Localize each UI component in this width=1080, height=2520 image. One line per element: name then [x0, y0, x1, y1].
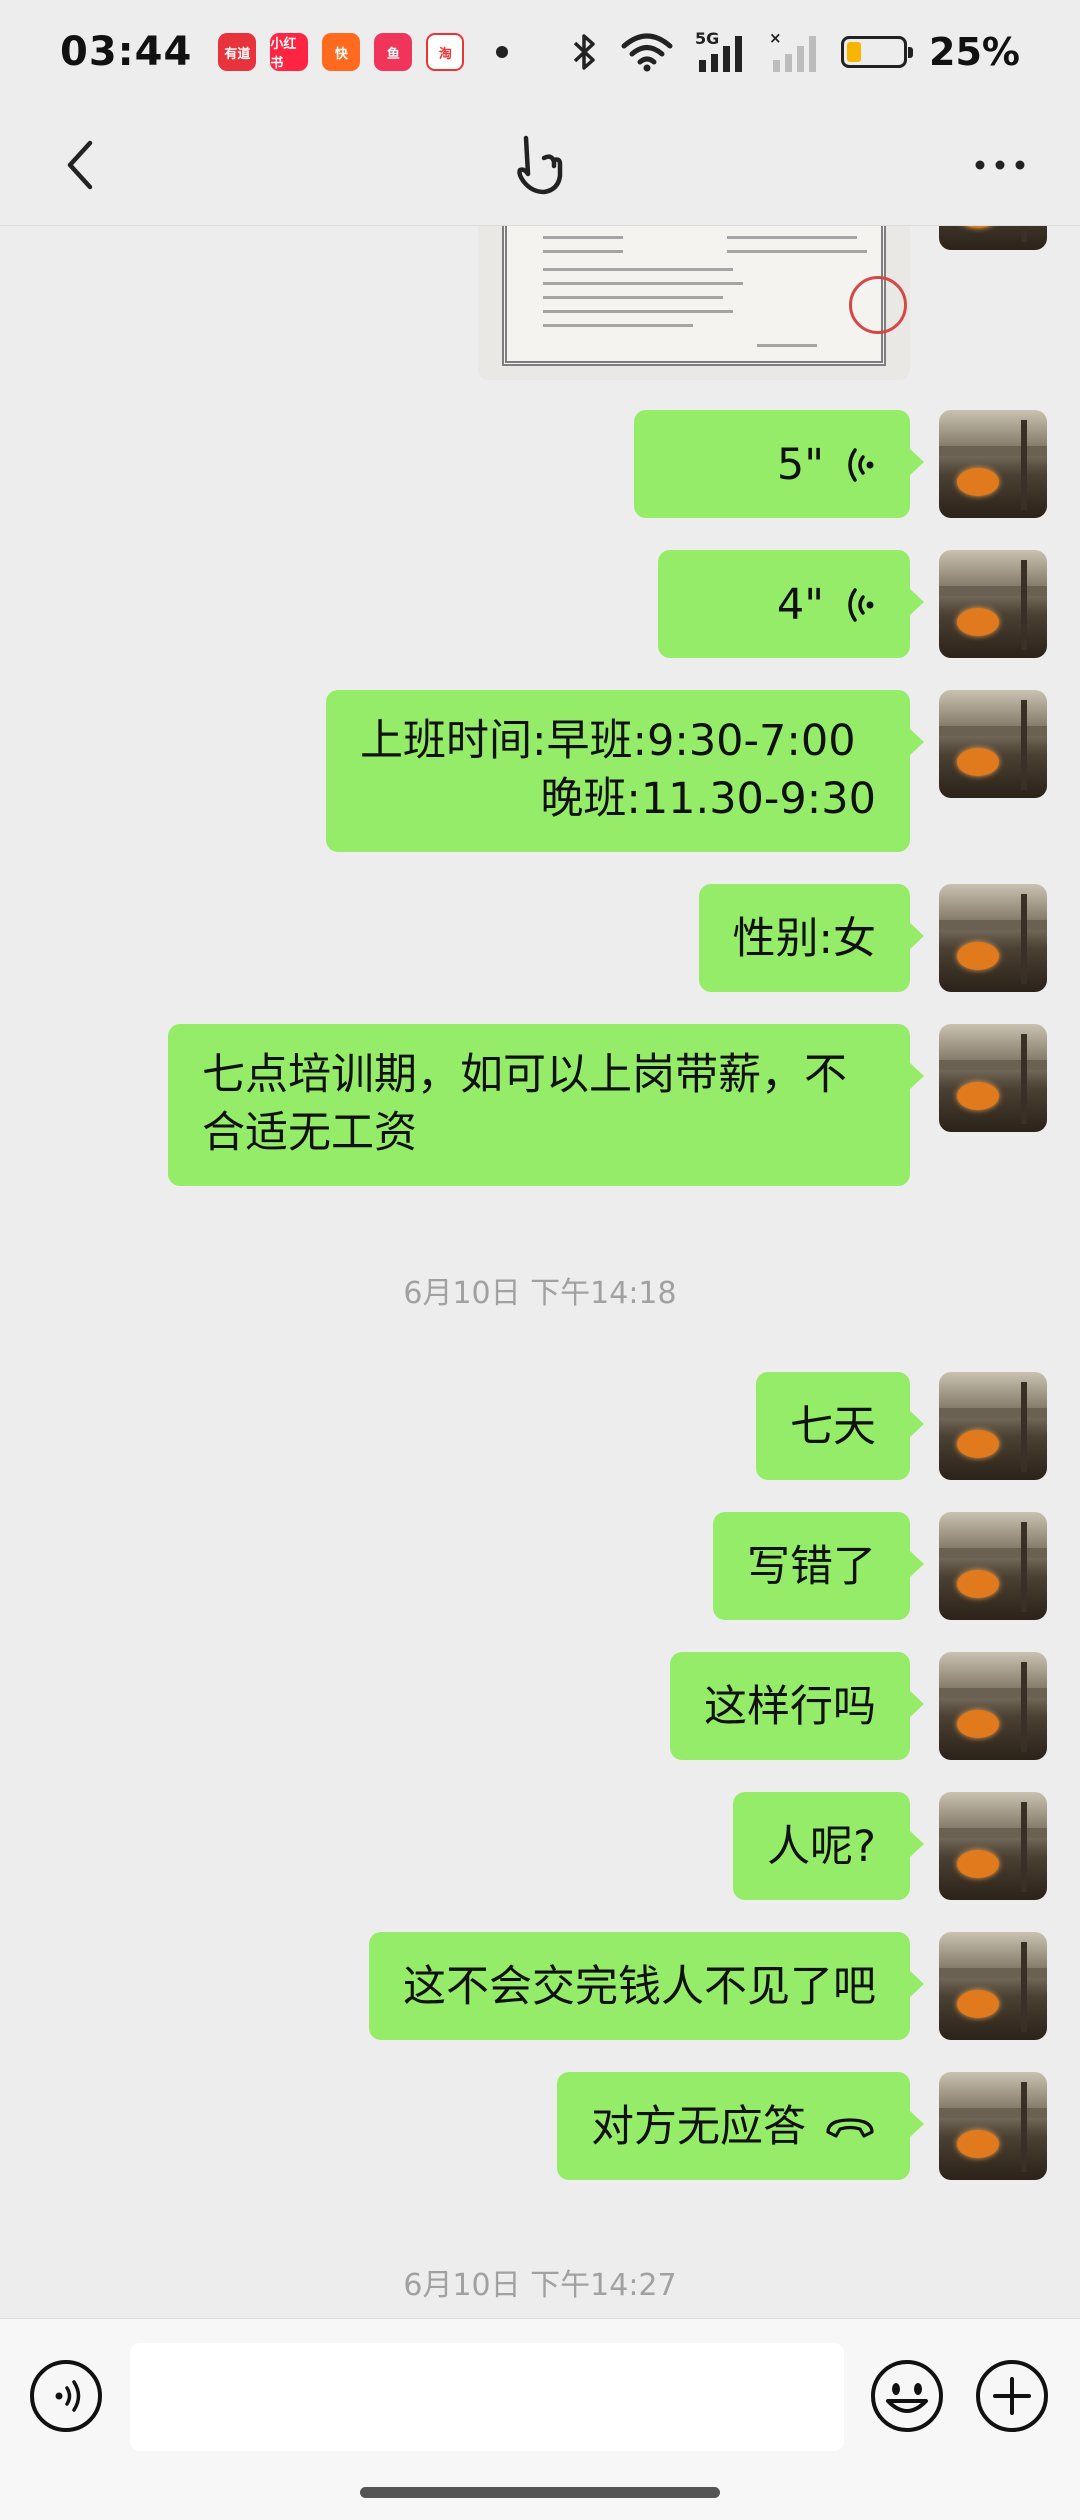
youdao-icon: 有道	[218, 33, 257, 71]
svg-text:×: ×	[769, 30, 782, 47]
battery-fill	[847, 42, 862, 62]
signal-weak-icon: ×	[769, 30, 817, 72]
voice-input-button[interactable]	[27, 2357, 105, 2435]
message-line: 七点培训期，如可以上岗带薪，不	[202, 1050, 847, 1100]
message-timestamp: 6月10日 下午14:18	[403, 1276, 677, 1311]
wifi-icon	[621, 33, 673, 72]
voice-wave-icon	[848, 448, 874, 482]
avatar[interactable]	[939, 690, 1047, 798]
message-image[interactable]	[0, 226, 1080, 380]
voice-bubble[interactable]: 4"	[658, 550, 924, 658]
message-text[interactable]: 七点培训期，如可以上岗带薪，不 合适无工资	[0, 1024, 1080, 1186]
message-line: 晚班:11.30-9:30	[540, 774, 876, 824]
avatar[interactable]	[939, 410, 1047, 518]
text-bubble[interactable]: 人呢?	[733, 1792, 924, 1900]
message-input[interactable]	[130, 2343, 844, 2451]
message-voice[interactable]: 5"	[0, 410, 1080, 518]
emoji-button[interactable]	[868, 2357, 946, 2435]
more-functions-button[interactable]	[973, 2357, 1051, 2435]
message-text[interactable]: 这不会交完钱人不见了吧	[0, 1932, 1080, 2040]
network-type-label: 5G	[695, 30, 719, 48]
text-bubble[interactable]: 这不会交完钱人不见了吧	[369, 1932, 924, 2040]
phone-hangup-icon	[826, 2118, 874, 2138]
chat-screen: 03:44 有道 小红书 快 鱼 淘 5G × 25% 5" 4" 上班时间:早…	[0, 0, 1080, 2520]
message-line: 上班时间:早班:9:30-7:00	[360, 716, 856, 766]
message-text-content: 这不会交完钱人不见了吧	[403, 1962, 876, 2012]
bluetooth-icon	[573, 34, 595, 70]
text-bubble[interactable]: 写错了	[713, 1512, 924, 1620]
status-right: 5G × 25%	[571, 30, 1020, 74]
call-bubble[interactable]: 对方无应答	[557, 2072, 924, 2180]
message-list[interactable]: 5" 4" 上班时间:早班:9:30-7:00 晚班:11.30-9:30 性别…	[0, 226, 1080, 2318]
emoji-icon	[871, 2360, 943, 2432]
message-text[interactable]: 上班时间:早班:9:30-7:00 晚班:11.30-9:30	[0, 690, 1080, 852]
notification-icons: 有道 小红书 快 鱼 淘	[218, 33, 509, 71]
voice-duration: 5"	[776, 440, 824, 490]
text-bubble[interactable]: 七点培训期，如可以上岗带薪，不 合适无工资	[168, 1024, 924, 1186]
avatar[interactable]	[939, 1652, 1047, 1760]
kuaishou-icon: 快	[322, 33, 361, 71]
avatar[interactable]	[939, 1792, 1047, 1900]
text-bubble[interactable]: 上班时间:早班:9:30-7:00 晚班:11.30-9:30	[326, 690, 924, 852]
message-call[interactable]: 对方无应答	[0, 2072, 1080, 2180]
voice-bubble[interactable]: 5"	[634, 410, 924, 518]
more-notifications-dot-icon	[496, 46, 509, 58]
message-text-content: 这样行吗	[704, 1682, 876, 1732]
message-line: 合适无工资	[202, 1108, 417, 1158]
avatar[interactable]	[939, 226, 1047, 250]
red-seal-stamp	[849, 276, 907, 334]
voice-duration: 4"	[776, 580, 824, 630]
status-time: 03:44	[60, 29, 193, 75]
message-text-content: 性别:女	[732, 914, 877, 964]
license-document	[502, 226, 907, 366]
input-bar	[0, 2318, 1080, 2520]
message-text-content: 七天	[790, 1402, 876, 1452]
avatar[interactable]	[939, 884, 1047, 992]
message-voice[interactable]: 4"	[0, 550, 1080, 658]
contact-name-icon-button[interactable]	[500, 125, 580, 205]
message-text-content: 人呢?	[767, 1822, 876, 1872]
home-indicator[interactable]	[360, 2487, 720, 2498]
avatar[interactable]	[939, 1512, 1047, 1620]
message-text[interactable]: 这样行吗	[0, 1652, 1080, 1760]
chevron-left-icon	[67, 140, 93, 189]
business-license-image[interactable]	[478, 226, 910, 380]
signal-5g-icon: 5G	[695, 30, 743, 72]
battery-icon	[841, 36, 914, 68]
avatar[interactable]	[939, 2072, 1047, 2180]
back-button[interactable]	[40, 125, 120, 205]
xiaohongshu-icon: 小红书	[270, 33, 309, 71]
message-timestamp: 6月10日 下午14:27	[403, 2268, 677, 2303]
text-bubble[interactable]: 这样行吗	[670, 1652, 924, 1760]
text-bubble[interactable]: 七天	[756, 1372, 924, 1480]
avatar[interactable]	[939, 1372, 1047, 1480]
text-bubble[interactable]: 性别:女	[698, 884, 924, 992]
more-dots-icon	[975, 160, 1025, 169]
hand-icon	[517, 135, 563, 194]
battery-percent: 25%	[929, 30, 1020, 74]
message-text[interactable]: 写错了	[0, 1512, 1080, 1620]
call-status-text: 对方无应答	[591, 2102, 806, 2152]
avatar[interactable]	[939, 1932, 1047, 2040]
message-text-content: 写错了	[747, 1542, 876, 1592]
status-bar: 03:44 有道 小红书 快 鱼 淘 5G × 25%	[0, 0, 1080, 104]
taobao-icon: 淘	[426, 33, 465, 71]
more-options-button[interactable]	[960, 125, 1040, 205]
xianyu-icon: 鱼	[374, 33, 413, 71]
voice-wave-icon	[848, 588, 874, 622]
message-text[interactable]: 性别:女	[0, 884, 1080, 992]
voice-input-icon	[30, 2360, 102, 2432]
avatar[interactable]	[939, 550, 1047, 658]
message-text[interactable]: 人呢?	[0, 1792, 1080, 1900]
chat-header	[0, 104, 1080, 226]
plus-icon	[976, 2360, 1048, 2432]
message-text[interactable]: 七天	[0, 1372, 1080, 1480]
avatar[interactable]	[939, 1024, 1047, 1132]
